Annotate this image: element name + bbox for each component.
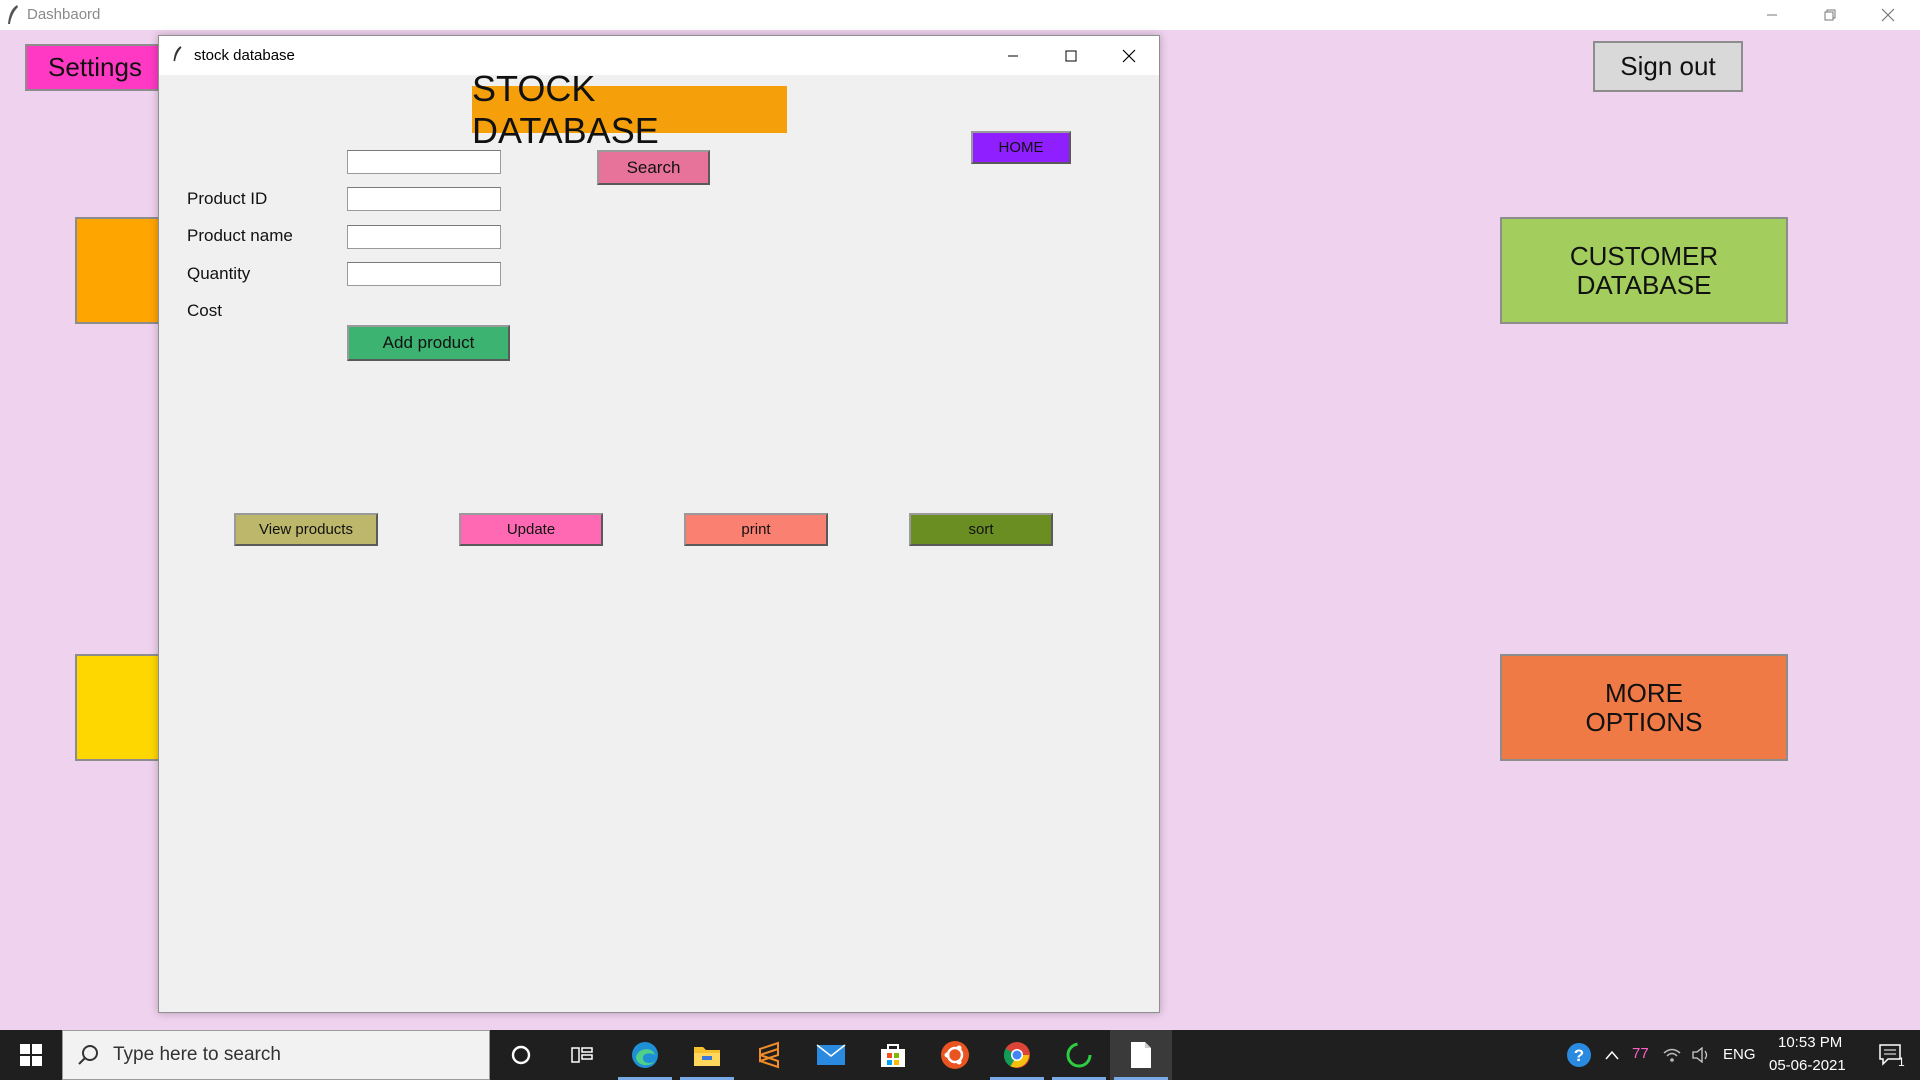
volume-button[interactable] bbox=[1687, 1030, 1715, 1080]
stock-database-window: stock database STOCK DATABASE Product ID… bbox=[158, 35, 1160, 1013]
customer-database-line2: DATABASE bbox=[1576, 269, 1712, 300]
tray-count-badge: 77 bbox=[1632, 1045, 1649, 1062]
cortana-button[interactable] bbox=[490, 1030, 552, 1080]
close-button[interactable] bbox=[1860, 0, 1916, 30]
windows-logo-icon bbox=[20, 1044, 42, 1066]
store-taskbar-button[interactable] bbox=[862, 1030, 924, 1080]
quantity-field[interactable] bbox=[347, 225, 501, 249]
stock-minimize-button[interactable] bbox=[985, 36, 1041, 75]
more-options-line2: OPTIONS bbox=[1585, 706, 1703, 737]
network-button[interactable] bbox=[1658, 1030, 1686, 1080]
restore-icon bbox=[1824, 9, 1836, 21]
task-view-button[interactable] bbox=[552, 1030, 614, 1080]
search-button[interactable]: Search bbox=[597, 150, 710, 185]
sublime-taskbar-button[interactable] bbox=[738, 1030, 800, 1080]
notifications-button[interactable]: 1 bbox=[1862, 1030, 1920, 1080]
more-options-button[interactable]: MORE OPTIONS bbox=[1500, 654, 1788, 761]
update-button[interactable]: Update bbox=[459, 513, 603, 546]
mail-taskbar-button[interactable] bbox=[800, 1030, 862, 1080]
minimize-icon bbox=[1008, 55, 1018, 56]
speaker-icon bbox=[1692, 1047, 1708, 1063]
circular-progress-icon bbox=[1066, 1042, 1092, 1068]
store-bag-icon bbox=[881, 1044, 905, 1067]
stock-close-button[interactable] bbox=[1101, 36, 1157, 75]
help-button[interactable]: ? bbox=[1554, 1030, 1604, 1080]
feather-icon bbox=[8, 5, 18, 24]
clock-time[interactable]: 10:53 PM bbox=[1778, 1034, 1842, 1051]
svg-text:?: ? bbox=[1574, 1046, 1584, 1065]
sign-out-button[interactable]: Sign out bbox=[1593, 41, 1743, 92]
cost-label: Cost bbox=[187, 301, 222, 320]
search-placeholder: Type here to search bbox=[113, 1044, 281, 1065]
loading-app-taskbar-button[interactable] bbox=[1048, 1030, 1110, 1080]
folder-icon bbox=[694, 1047, 720, 1066]
product-id-field[interactable] bbox=[347, 150, 501, 174]
product-id-label: Product ID bbox=[187, 189, 268, 208]
sort-button[interactable]: sort bbox=[909, 513, 1053, 546]
close-icon bbox=[1881, 8, 1895, 22]
minimize-icon bbox=[1767, 14, 1777, 16]
page-title: STOCK DATABASE bbox=[472, 68, 787, 151]
cortana-circle-icon bbox=[511, 1045, 531, 1065]
document-icon bbox=[1131, 1042, 1151, 1068]
view-products-button[interactable]: View products bbox=[234, 513, 378, 546]
chrome-taskbar-button[interactable] bbox=[986, 1030, 1048, 1080]
feather-icon bbox=[173, 46, 182, 62]
add-product-button[interactable]: Add product bbox=[347, 325, 510, 361]
product-name-field[interactable] bbox=[347, 187, 501, 211]
restore-button[interactable] bbox=[1802, 0, 1858, 30]
taskbar: Type here to search ? 77 ENG 10:53 PM 05… bbox=[0, 1030, 1920, 1080]
maximize-icon bbox=[1065, 50, 1077, 61]
notification-count: 1 bbox=[1898, 1055, 1905, 1069]
show-hidden-icons-button[interactable] bbox=[1600, 1030, 1624, 1080]
more-options-line1: MORE bbox=[1604, 677, 1683, 708]
chevron-up-icon bbox=[1605, 1050, 1619, 1060]
stock-maximize-button[interactable] bbox=[1043, 36, 1099, 75]
customer-database-button[interactable]: CUSTOMER DATABASE bbox=[1500, 217, 1788, 324]
customer-database-line1: CUSTOMER bbox=[1569, 240, 1719, 271]
dashboard-titlebar: Dashbaord bbox=[0, 0, 1920, 30]
document-taskbar-button[interactable] bbox=[1110, 1030, 1172, 1080]
edge-taskbar-button[interactable] bbox=[614, 1030, 676, 1080]
taskbar-search-box[interactable]: Type here to search bbox=[62, 1030, 490, 1080]
clock-date[interactable]: 05-06-2021 bbox=[1769, 1057, 1846, 1074]
product-name-label: Product name bbox=[187, 226, 293, 245]
edge-icon bbox=[632, 1042, 658, 1068]
minimize-button[interactable] bbox=[1744, 0, 1800, 30]
settings-button[interactable]: Settings bbox=[25, 44, 165, 91]
search-icon bbox=[78, 1045, 98, 1065]
help-icon: ? bbox=[1567, 1043, 1591, 1067]
file-explorer-taskbar-button[interactable] bbox=[676, 1030, 738, 1080]
cost-field[interactable] bbox=[347, 262, 501, 286]
wifi-icon bbox=[1663, 1048, 1681, 1062]
ubuntu-icon bbox=[941, 1041, 969, 1069]
mail-icon bbox=[816, 1044, 846, 1065]
chrome-icon bbox=[1003, 1042, 1030, 1068]
sublime-text-icon bbox=[759, 1041, 779, 1069]
language-indicator[interactable]: ENG bbox=[1723, 1046, 1756, 1063]
task-view-icon bbox=[571, 1047, 593, 1063]
quantity-label: Quantity bbox=[187, 264, 251, 283]
close-icon bbox=[1122, 49, 1136, 62]
ubuntu-taskbar-button[interactable] bbox=[924, 1030, 986, 1080]
start-button[interactable] bbox=[0, 1030, 62, 1080]
stock-window-title: stock database bbox=[194, 47, 295, 64]
print-button[interactable]: print bbox=[684, 513, 828, 546]
dashboard-window-title: Dashbaord bbox=[27, 6, 101, 23]
home-button[interactable]: HOME bbox=[971, 131, 1071, 164]
